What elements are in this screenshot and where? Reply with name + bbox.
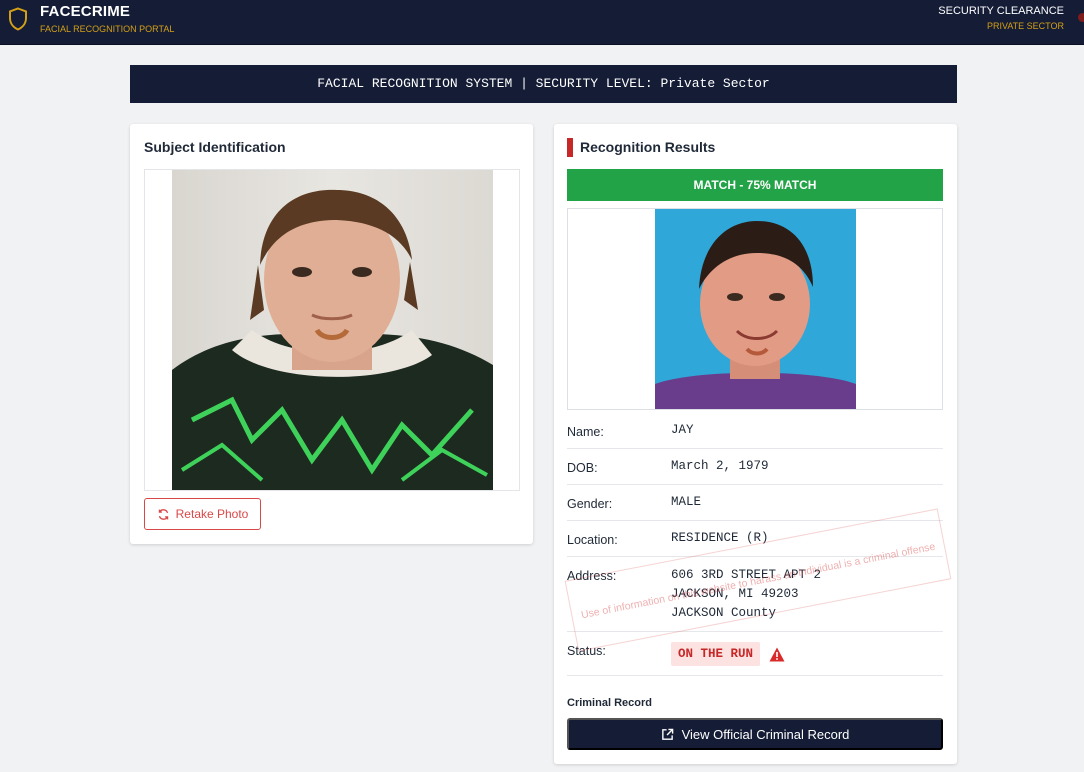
gender-label: Gender:	[567, 497, 613, 511]
subject-photo	[172, 170, 493, 490]
location-value: RESIDENCE (R)	[671, 531, 769, 545]
dob-value: March 2, 1979	[671, 459, 769, 473]
title-accent-bar	[567, 138, 573, 157]
info-row-status: Status: ON THE RUN	[567, 632, 943, 676]
subject-identification-card: Subject Identification Retake Photo	[130, 124, 533, 544]
retake-photo-label: Retake Photo	[175, 507, 249, 521]
info-row-gender: Gender: MALE	[567, 485, 943, 521]
refresh-icon	[158, 508, 168, 520]
security-clearance-label: SECURITY CLEARANCE	[938, 5, 1064, 17]
status-indicator-dot	[1078, 13, 1084, 22]
match-photo-frame	[567, 208, 943, 410]
view-criminal-record-button[interactable]: View Official Criminal Record	[567, 718, 943, 750]
address-line-1: 606 3RD STREET APT 2	[671, 568, 822, 582]
dob-label: DOB:	[567, 461, 598, 475]
external-link-icon	[661, 728, 673, 740]
security-clearance-value: PRIVATE SECTOR	[986, 21, 1064, 31]
info-row-dob: DOB: March 2, 1979	[567, 449, 943, 485]
address-line-2: JACKSON, MI 49203	[671, 587, 799, 601]
brand-title[interactable]: FACECRIME	[40, 3, 130, 20]
warning-triangle-icon	[769, 647, 785, 662]
gender-value: MALE	[671, 495, 702, 509]
name-value: JAY	[671, 423, 694, 437]
status-badge: ON THE RUN	[671, 642, 761, 666]
criminal-record-label: Criminal Record	[567, 697, 652, 709]
address-value: 606 3RD STREET APT 2 JACKSON, MI 49203 J…	[671, 566, 821, 623]
status-label: Status:	[567, 644, 606, 658]
brand-subtitle: FACIAL RECOGNITION PORTAL	[40, 24, 175, 34]
info-row-name: Name: JAY	[567, 413, 943, 449]
shield-icon	[9, 7, 27, 31]
results-card-title: Recognition Results	[580, 139, 716, 155]
system-banner: FACIAL RECOGNITION SYSTEM | SECURITY LEV…	[130, 65, 957, 103]
address-label: Address:	[567, 569, 617, 583]
info-row-location: Location: RESIDENCE (R)	[567, 521, 943, 557]
info-row-address: Address: 606 3RD STREET APT 2 JACKSON, M…	[567, 557, 943, 632]
matched-photo	[655, 209, 856, 409]
subject-card-title: Subject Identification	[144, 139, 286, 155]
view-record-label: View Official Criminal Record	[681, 726, 850, 742]
subject-photo-frame	[144, 169, 520, 491]
address-line-3: JACKSON County	[671, 606, 777, 620]
recognition-results-card: Recognition Results MATCH - 75% MATCH Na…	[554, 124, 957, 764]
top-navbar: FACECRIME FACIAL RECOGNITION PORTAL SECU…	[0, 0, 1084, 45]
name-label: Name:	[567, 425, 604, 439]
match-percentage-badge: MATCH - 75% MATCH	[567, 169, 943, 201]
location-label: Location:	[567, 533, 618, 547]
retake-photo-button[interactable]: Retake Photo	[144, 498, 261, 530]
